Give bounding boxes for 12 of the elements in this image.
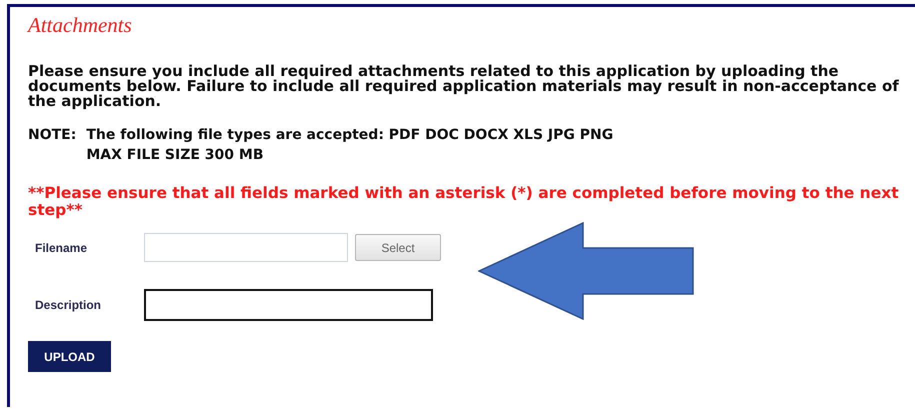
warning-text: **Please ensure that all fields marked with an asterisk (*) are completed before moving to the next step** xyxy=(28,185,900,219)
note-text: The following file types are accepted: PDF DOC DOCX XLS JPG PNG xyxy=(86,126,614,145)
select-button[interactable]: Select xyxy=(355,234,441,261)
field-label: Filename xyxy=(34,240,88,254)
section-title: Attachments xyxy=(28,13,132,38)
note-text: MAX FILE SIZE 300 MB xyxy=(86,146,264,165)
description-field[interactable] xyxy=(144,289,433,321)
filename-field[interactable] xyxy=(144,233,348,262)
upload-button[interactable]: UPLOAD xyxy=(28,341,111,372)
note-label: NOTE: xyxy=(28,126,76,145)
instructions-text: Please ensure you include all required attachments related to this application by uploading the documents below. Failure to include all required application materials may result in non-acceptance of the application. xyxy=(28,64,900,109)
field-label: Description xyxy=(34,298,102,312)
